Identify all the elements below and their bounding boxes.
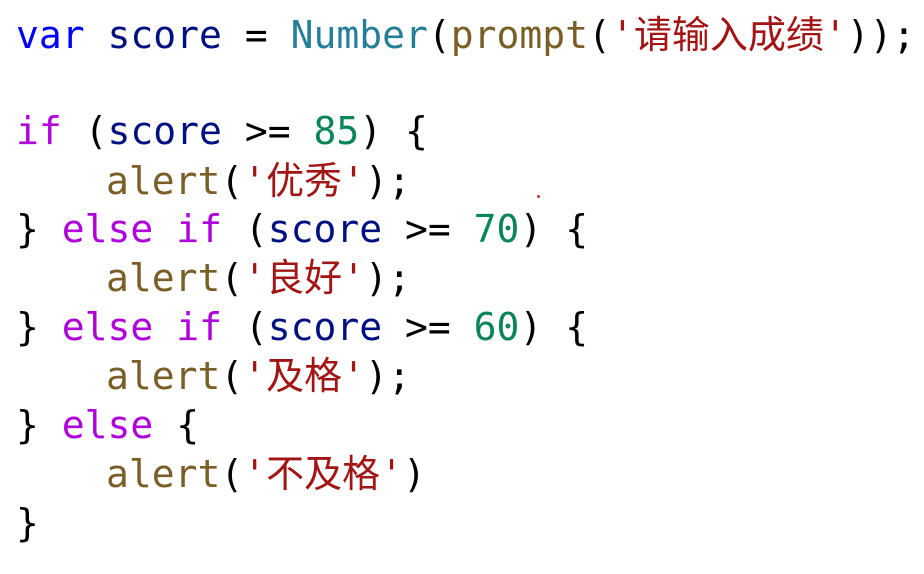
compare-operator: >= bbox=[244, 109, 291, 153]
paren-open: ( bbox=[244, 207, 268, 251]
paren-open: ( bbox=[220, 256, 244, 300]
brace-open: { bbox=[565, 207, 589, 251]
paren-close: ) bbox=[359, 109, 383, 153]
brace-close: } bbox=[16, 207, 39, 251]
brace-open: { bbox=[565, 305, 589, 349]
brace-close: } bbox=[16, 501, 39, 545]
string-literal: '优秀' bbox=[243, 159, 366, 203]
paren-open: ( bbox=[220, 159, 244, 203]
brace-close: } bbox=[16, 403, 39, 447]
identifier-score: score bbox=[107, 13, 222, 57]
code-line-5: } else if (score >= 70) { bbox=[16, 204, 588, 254]
assign-operator: = bbox=[244, 13, 268, 57]
keyword-var: var bbox=[16, 13, 85, 57]
code-editor[interactable]: var score = Number(prompt('请输入成绩')); if … bbox=[16, 8, 916, 568]
number-constructor: Number bbox=[290, 13, 428, 57]
keyword-if: if bbox=[176, 305, 222, 349]
string-literal: '请输入成绩' bbox=[610, 13, 847, 57]
pointer-dot bbox=[537, 195, 540, 198]
function-alert: alert bbox=[106, 256, 221, 300]
string-literal: '及格' bbox=[243, 354, 366, 398]
string-literal: '良好' bbox=[243, 256, 366, 300]
paren-open: ( bbox=[588, 13, 611, 57]
paren-open: ( bbox=[220, 354, 244, 398]
paren-close: ); bbox=[365, 354, 411, 398]
number-literal: 60 bbox=[473, 305, 520, 349]
number-literal: 70 bbox=[473, 207, 520, 251]
function-prompt: prompt bbox=[450, 13, 589, 57]
identifier-score: score bbox=[267, 305, 383, 349]
keyword-if: if bbox=[176, 207, 222, 251]
paren-close: ) bbox=[519, 207, 543, 251]
code-line-7: } else if (score >= 60) { bbox=[16, 302, 588, 352]
paren-close: ) bbox=[403, 452, 426, 496]
keyword-else: else bbox=[61, 403, 154, 447]
number-literal: 85 bbox=[313, 109, 360, 153]
keyword-else: else bbox=[61, 305, 154, 349]
paren-open: ( bbox=[427, 13, 451, 57]
brace-open: { bbox=[405, 109, 428, 153]
keyword-else: else bbox=[61, 207, 154, 251]
brace-open: { bbox=[176, 403, 200, 447]
paren-close: )); bbox=[846, 13, 916, 57]
compare-operator: >= bbox=[405, 305, 451, 349]
paren-open: ( bbox=[84, 109, 108, 153]
code-line-1: var score = Number(prompt('请输入成绩')); bbox=[16, 10, 915, 60]
identifier-score: score bbox=[107, 109, 222, 153]
paren-open: ( bbox=[220, 452, 244, 496]
code-line-9: } else { bbox=[16, 400, 199, 450]
function-alert: alert bbox=[106, 452, 221, 496]
paren-close: ) bbox=[519, 305, 543, 349]
paren-close: ); bbox=[365, 256, 411, 300]
code-line-10: alert('不及格') bbox=[106, 449, 426, 499]
code-line-3: if (score >= 85) { bbox=[16, 106, 428, 156]
paren-open: ( bbox=[244, 305, 268, 349]
function-alert: alert bbox=[106, 354, 221, 398]
compare-operator: >= bbox=[405, 207, 451, 251]
function-alert: alert bbox=[106, 159, 221, 203]
string-literal: '不及格' bbox=[243, 452, 404, 496]
identifier-score: score bbox=[267, 207, 383, 251]
brace-close: } bbox=[16, 305, 39, 349]
paren-close: ); bbox=[365, 159, 411, 203]
keyword-if: if bbox=[16, 109, 62, 153]
code-line-4: alert('优秀'); bbox=[106, 156, 411, 206]
code-line-11: } bbox=[16, 498, 39, 548]
code-line-8: alert('及格'); bbox=[106, 351, 411, 401]
code-line-6: alert('良好'); bbox=[106, 253, 411, 303]
